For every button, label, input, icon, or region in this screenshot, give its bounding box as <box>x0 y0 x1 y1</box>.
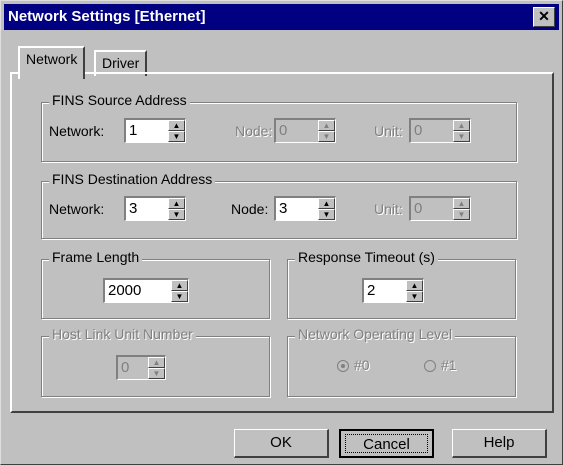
level-0-label: #0 <box>354 357 370 373</box>
source-network-spinner[interactable]: 1 ▲ ▼ <box>124 118 186 143</box>
network-level-legend: Network Operating Level <box>295 326 456 342</box>
network-settings-dialog: Network Settings [Ethernet] ✕ Network Dr… <box>0 0 563 465</box>
dest-network-value: 3 <box>129 200 138 217</box>
response-timeout-legend: Response Timeout (s) <box>295 249 438 265</box>
frame-length-spinner[interactable]: 2000 ▲ ▼ <box>103 278 189 303</box>
fins-destination-legend: FINS Destination Address <box>49 171 216 187</box>
source-node-spinner: 0 ▲ ▼ <box>274 118 336 143</box>
spin-up-icon[interactable]: ▲ <box>171 280 188 291</box>
level-1-label: #1 <box>441 357 457 373</box>
source-node-value: 0 <box>279 122 288 139</box>
radio-unselected-icon <box>424 360 436 373</box>
host-link-group: Host Link Unit Number 0 ▲ ▼ <box>41 326 270 397</box>
ok-button[interactable]: OK <box>234 429 329 458</box>
network-level-group: Network Operating Level #0 #1 <box>287 326 516 397</box>
dest-unit-spinner: 0 ▲ ▼ <box>409 196 471 221</box>
fins-source-legend: FINS Source Address <box>49 92 190 108</box>
spin-down-icon[interactable]: ▼ <box>406 291 423 302</box>
response-timeout-spinner[interactable]: 2 ▲ ▼ <box>362 278 424 303</box>
response-timeout-group: Response Timeout (s) 2 ▲ ▼ <box>287 249 516 319</box>
fins-destination-group: FINS Destination Address Network: 3 ▲ ▼ N… <box>41 171 517 239</box>
help-button[interactable]: Help <box>452 429 547 458</box>
dest-node-spinner[interactable]: 3 ▲ ▼ <box>274 196 336 221</box>
spin-down-icon[interactable]: ▼ <box>171 291 188 302</box>
spin-down-icon: ▼ <box>318 131 335 142</box>
dest-network-spinner[interactable]: 3 ▲ ▼ <box>124 196 186 221</box>
title-bar: Network Settings [Ethernet] ✕ <box>4 4 559 30</box>
dest-node-label: Node: <box>231 201 269 217</box>
source-node-label: Node: <box>235 123 273 139</box>
spin-up-icon: ▲ <box>318 120 335 131</box>
source-unit-label: Unit: <box>374 123 403 139</box>
source-network-value: 1 <box>129 122 138 139</box>
cancel-button[interactable]: Cancel <box>339 429 434 458</box>
window-title: Network Settings [Ethernet] <box>8 8 206 25</box>
spin-up-icon[interactable]: ▲ <box>406 280 423 291</box>
host-link-value: 0 <box>121 359 130 376</box>
level-0-radio: #0 <box>337 357 370 373</box>
spin-up-icon: ▲ <box>148 357 165 368</box>
dest-network-label: Network: <box>49 201 105 217</box>
frame-length-group: Frame Length 2000 ▲ ▼ <box>41 249 270 319</box>
close-button[interactable]: ✕ <box>533 7 555 27</box>
spin-up-icon[interactable]: ▲ <box>318 198 335 209</box>
spin-down-icon: ▼ <box>148 368 165 379</box>
spin-down-icon[interactable]: ▼ <box>318 209 335 220</box>
radio-selected-icon <box>337 360 349 373</box>
frame-length-legend: Frame Length <box>49 249 143 265</box>
spin-up-icon[interactable]: ▲ <box>168 120 185 131</box>
spin-down-icon[interactable]: ▼ <box>168 209 185 220</box>
spin-up-icon: ▲ <box>453 120 470 131</box>
dest-node-value: 3 <box>279 200 288 217</box>
dest-unit-label: Unit: <box>374 201 403 217</box>
fins-source-group: FINS Source Address Network: 1 ▲ ▼ Node: … <box>41 92 517 162</box>
tab-panel-network: FINS Source Address Network: 1 ▲ ▼ Node: … <box>10 72 554 413</box>
tab-network[interactable]: Network <box>18 46 86 79</box>
source-network-label: Network: <box>49 123 105 139</box>
spin-up-icon: ▲ <box>453 198 470 209</box>
spin-up-icon[interactable]: ▲ <box>168 198 185 209</box>
frame-length-value: 2000 <box>108 282 142 299</box>
spin-down-icon[interactable]: ▼ <box>168 131 185 142</box>
spin-down-icon: ▼ <box>453 131 470 142</box>
dest-unit-value: 0 <box>414 200 423 217</box>
source-unit-spinner: 0 ▲ ▼ <box>409 118 471 143</box>
level-1-radio: #1 <box>424 357 457 373</box>
response-timeout-value: 2 <box>367 282 376 299</box>
host-link-spinner: 0 ▲ ▼ <box>116 355 166 380</box>
host-link-legend: Host Link Unit Number <box>49 326 196 342</box>
source-unit-value: 0 <box>414 122 423 139</box>
cancel-button-label: Cancel <box>345 434 428 453</box>
spin-down-icon: ▼ <box>453 209 470 220</box>
